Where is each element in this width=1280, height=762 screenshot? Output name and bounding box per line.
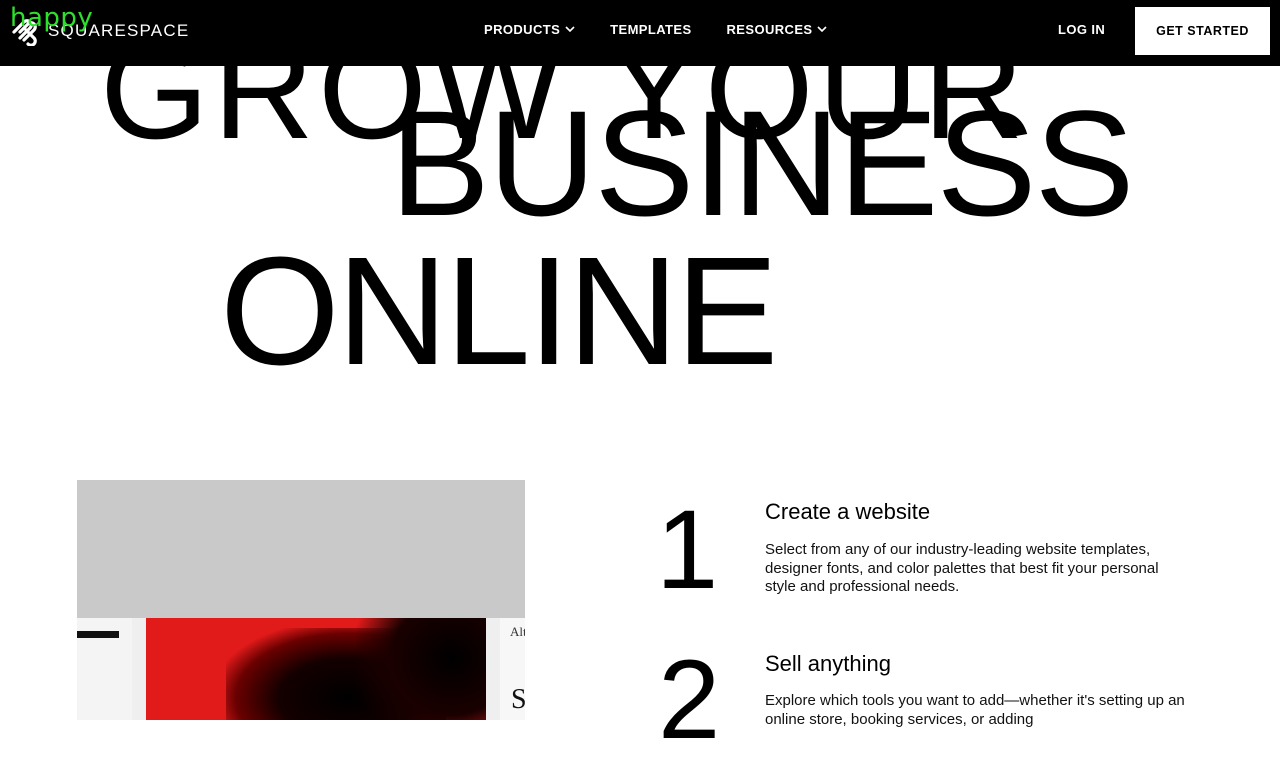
nav-products[interactable]: PRODUCTS: [484, 22, 575, 37]
hero-heading-line-2: ONLINE: [220, 225, 778, 397]
preview-right-text-bottom: S: [511, 684, 525, 715]
top-navigation-bar: SQUARESPACE PRODUCTS TEMPLATES RESOURCES…: [0, 0, 1280, 66]
hero-heading-line-1: BUSINESS: [390, 79, 1135, 247]
nav-products-label: PRODUCTS: [484, 22, 561, 37]
nav-templates[interactable]: TEMPLATES: [610, 22, 691, 37]
preview-right-text-top: Alt: [510, 624, 525, 639]
step-2-description: Explore which tools you want to add—whet…: [765, 692, 1185, 728]
step-1-description: Select from any of our industry-leading …: [765, 541, 1159, 595]
chevron-down-icon: [565, 26, 575, 33]
step-1-number: 1: [656, 487, 718, 612]
preview-photo-shadow-2: [356, 618, 486, 720]
preview-right-panel: Alt S: [500, 618, 525, 720]
step-1-title: Create a website: [765, 499, 931, 524]
nav-resources-label: RESOURCES: [726, 22, 813, 37]
get-started-button[interactable]: GET STARTED: [1135, 7, 1270, 55]
main-nav: PRODUCTS TEMPLATES RESOURCES: [484, 22, 828, 37]
nav-resources[interactable]: RESOURCES: [727, 22, 828, 37]
step-2-number: 2: [658, 637, 720, 762]
nav-templates-label: TEMPLATES: [610, 22, 692, 37]
watermark-overlay: happy: [10, 3, 94, 33]
log-in-link[interactable]: LOG IN: [1058, 22, 1105, 37]
template-preview-image: Alt S: [77, 480, 525, 720]
chevron-down-icon: [817, 26, 828, 33]
preview-left-bar: [77, 631, 119, 638]
step-2-title: Sell anything: [765, 651, 891, 676]
preview-red-photo: [146, 618, 486, 720]
